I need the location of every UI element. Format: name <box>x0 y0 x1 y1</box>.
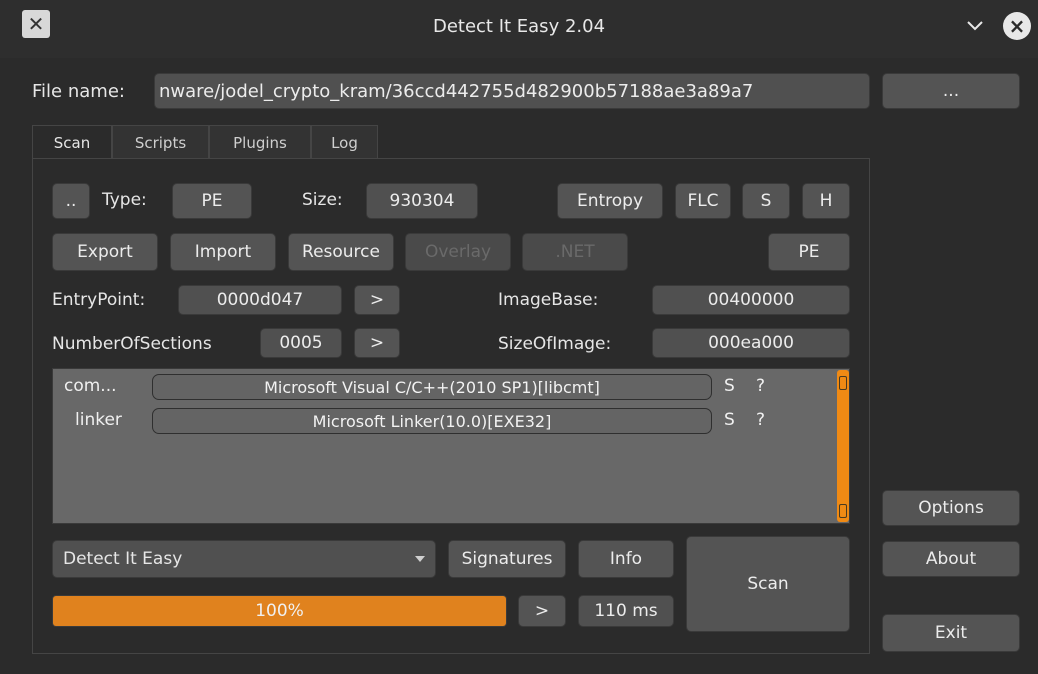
entropy-button[interactable]: Entropy <box>557 183 663 219</box>
s-button[interactable]: S <box>742 183 790 219</box>
size-label: Size: <box>302 190 343 210</box>
close-icon[interactable]: × <box>1003 12 1031 40</box>
chevron-down-icon[interactable] <box>964 14 986 36</box>
exit-button[interactable]: Exit <box>882 614 1020 652</box>
h-button[interactable]: H <box>802 183 850 219</box>
entrypoint-value: 0000d047 <box>178 285 342 315</box>
result-name[interactable]: Microsoft Visual C/C++(2010 SP1)[libcmt] <box>152 374 712 400</box>
about-button[interactable]: About <box>882 541 1020 577</box>
pe-button[interactable]: PE <box>768 233 850 271</box>
engine-select-value: Detect It Easy <box>63 549 183 569</box>
flc-button[interactable]: FLC <box>675 183 731 219</box>
more-button[interactable]: > <box>518 595 566 627</box>
chevron-down-icon <box>415 556 425 562</box>
options-button[interactable]: Options <box>882 490 1020 526</box>
signatures-button[interactable]: Signatures <box>448 540 566 578</box>
result-s-button[interactable]: S <box>724 410 735 430</box>
export-button[interactable]: Export <box>52 233 158 271</box>
elapsed-time: 110 ms <box>578 595 674 627</box>
sections-value: 0005 <box>260 328 342 358</box>
result-info-button[interactable]: ? <box>756 376 765 396</box>
size-value: 930304 <box>366 183 478 219</box>
net-button[interactable]: .NET <box>522 233 628 271</box>
result-info-button[interactable]: ? <box>756 410 765 430</box>
scroll-up-handle[interactable] <box>839 376 847 390</box>
type-label: Type: <box>102 190 147 210</box>
imagebase-label: ImageBase: <box>498 290 599 310</box>
results-scrollbar[interactable] <box>837 370 849 522</box>
scan-button[interactable]: Scan <box>686 536 850 632</box>
file-name-label: File name: <box>32 81 125 102</box>
progress-text: 100% <box>255 601 304 621</box>
scroll-down-handle[interactable] <box>839 504 847 518</box>
result-type-label: linker <box>75 410 122 430</box>
entrypoint-label: EntryPoint: <box>52 290 146 310</box>
type-value[interactable]: PE <box>172 183 252 219</box>
tab-scan[interactable]: Scan <box>32 125 112 159</box>
entrypoint-go-button[interactable]: > <box>354 285 400 315</box>
result-s-button[interactable]: S <box>724 376 735 396</box>
window-title: Detect It Easy 2.04 <box>432 16 606 37</box>
sizeofimage-label: SizeOfImage: <box>498 334 612 354</box>
resource-button[interactable]: Resource <box>288 233 394 271</box>
overlay-button[interactable]: Overlay <box>405 233 511 271</box>
browse-button[interactable]: ... <box>882 73 1020 109</box>
result-type-label: com... <box>64 376 117 396</box>
imagebase-value: 00400000 <box>652 285 850 315</box>
tab-log[interactable]: Log <box>311 125 378 159</box>
sections-go-button[interactable]: > <box>354 328 400 358</box>
import-button[interactable]: Import <box>170 233 276 271</box>
info-button[interactable]: Info <box>578 540 674 578</box>
parent-button[interactable]: .. <box>52 183 90 219</box>
sections-label: NumberOfSections <box>52 334 212 354</box>
tab-scripts[interactable]: Scripts <box>112 125 209 159</box>
tab-plugins[interactable]: Plugins <box>209 125 311 159</box>
result-name[interactable]: Microsoft Linker(10.0)[EXE32] <box>152 408 712 434</box>
engine-select[interactable]: Detect It Easy <box>52 540 436 578</box>
sizeofimage-value: 000ea000 <box>652 328 850 358</box>
progress-bar: 100% <box>52 595 507 627</box>
file-name-field[interactable]: nware/jodel_crypto_kram/36ccd442755d4829… <box>154 73 870 109</box>
